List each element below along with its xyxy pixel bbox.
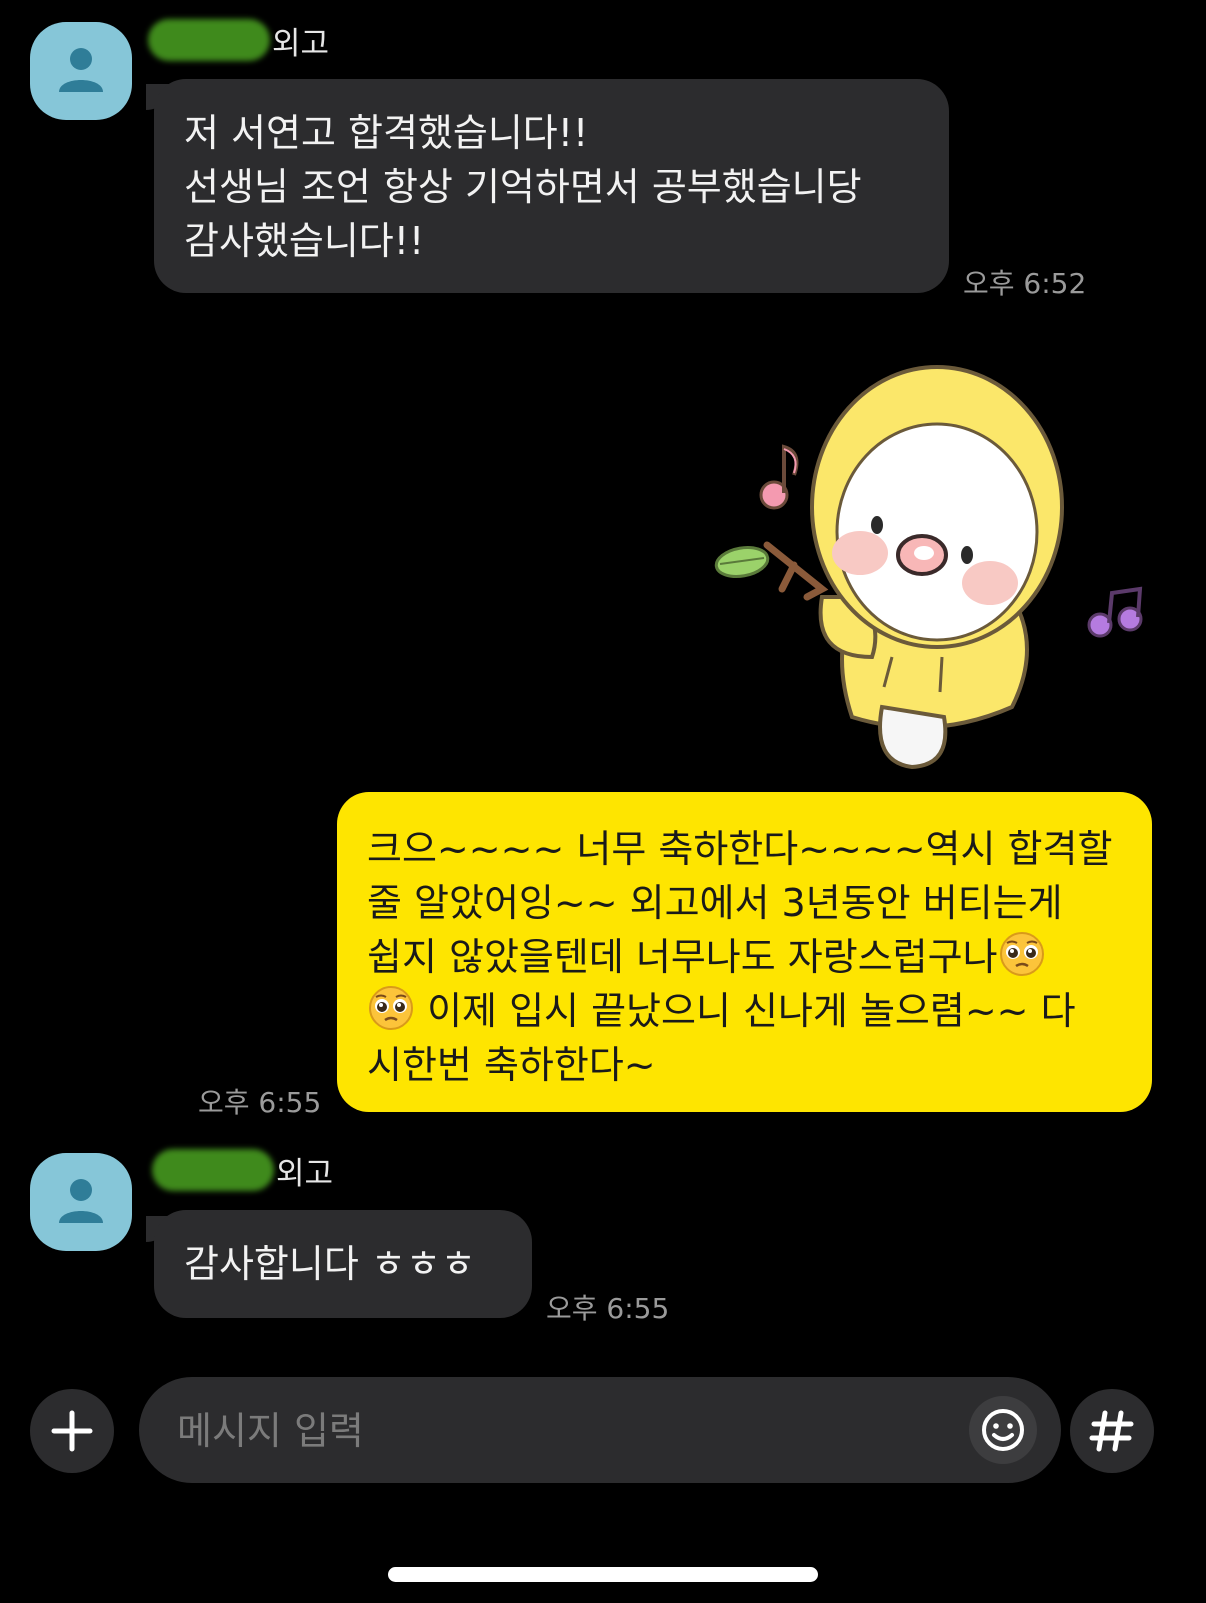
redacted-name [148,19,270,61]
plus-icon [51,1410,93,1452]
emoji-icon [982,1409,1024,1451]
default-profile-icon [59,1179,103,1223]
sender-avatar[interactable] [30,22,132,120]
branch-leaf [714,541,829,601]
message-time: 오후 6:55 [546,1292,670,1325]
message-time: 오후 6:52 [963,267,1087,300]
music-note-icon [1087,586,1143,638]
incoming-message-bubble[interactable]: 저 서연고 합격했습니다!! 선생님 조언 항상 기억하면서 공부했습니당 감사… [154,79,949,293]
attach-button[interactable] [30,1389,114,1473]
message-input[interactable] [175,1397,959,1465]
sender-name: 외고 [272,25,330,62]
sender-avatar[interactable] [30,1153,132,1251]
sender-name-row: 외고 [152,1148,333,1192]
message-input-container[interactable] [139,1377,1061,1483]
chat-screen: 외고 저 서연고 합격했습니다!! 선생님 조언 항상 기억하면서 공부했습니당… [0,0,1206,1603]
hash-icon [1089,1410,1134,1452]
hash-button[interactable] [1070,1389,1154,1473]
pleading-face-emoji [369,986,413,1030]
sender-name: 외고 [276,1155,334,1192]
message-text: 이제 입시 끝났으니 신나게 놀으렴~~ 다 시한번 축하한다~ [367,989,1076,1087]
pleading-face-emoji [999,932,1044,976]
outgoing-message-bubble[interactable]: 크으~~~~ 너무 축하한다~~~~역시 합격할 줄 알았어잉~~ 외고에서 3… [337,792,1152,1112]
redacted-name [152,1149,274,1191]
yellow-hood-character-sticker[interactable] [712,357,1152,777]
music-note-icon [759,444,799,510]
sender-name-row: 외고 [148,18,329,62]
message-time: 오후 6:55 [198,1086,322,1119]
emoji-button[interactable] [969,1396,1037,1464]
default-profile-icon [59,48,103,92]
home-indicator[interactable] [388,1567,818,1582]
incoming-message-bubble[interactable]: 감사합니다 ㅎㅎㅎ [154,1210,532,1318]
